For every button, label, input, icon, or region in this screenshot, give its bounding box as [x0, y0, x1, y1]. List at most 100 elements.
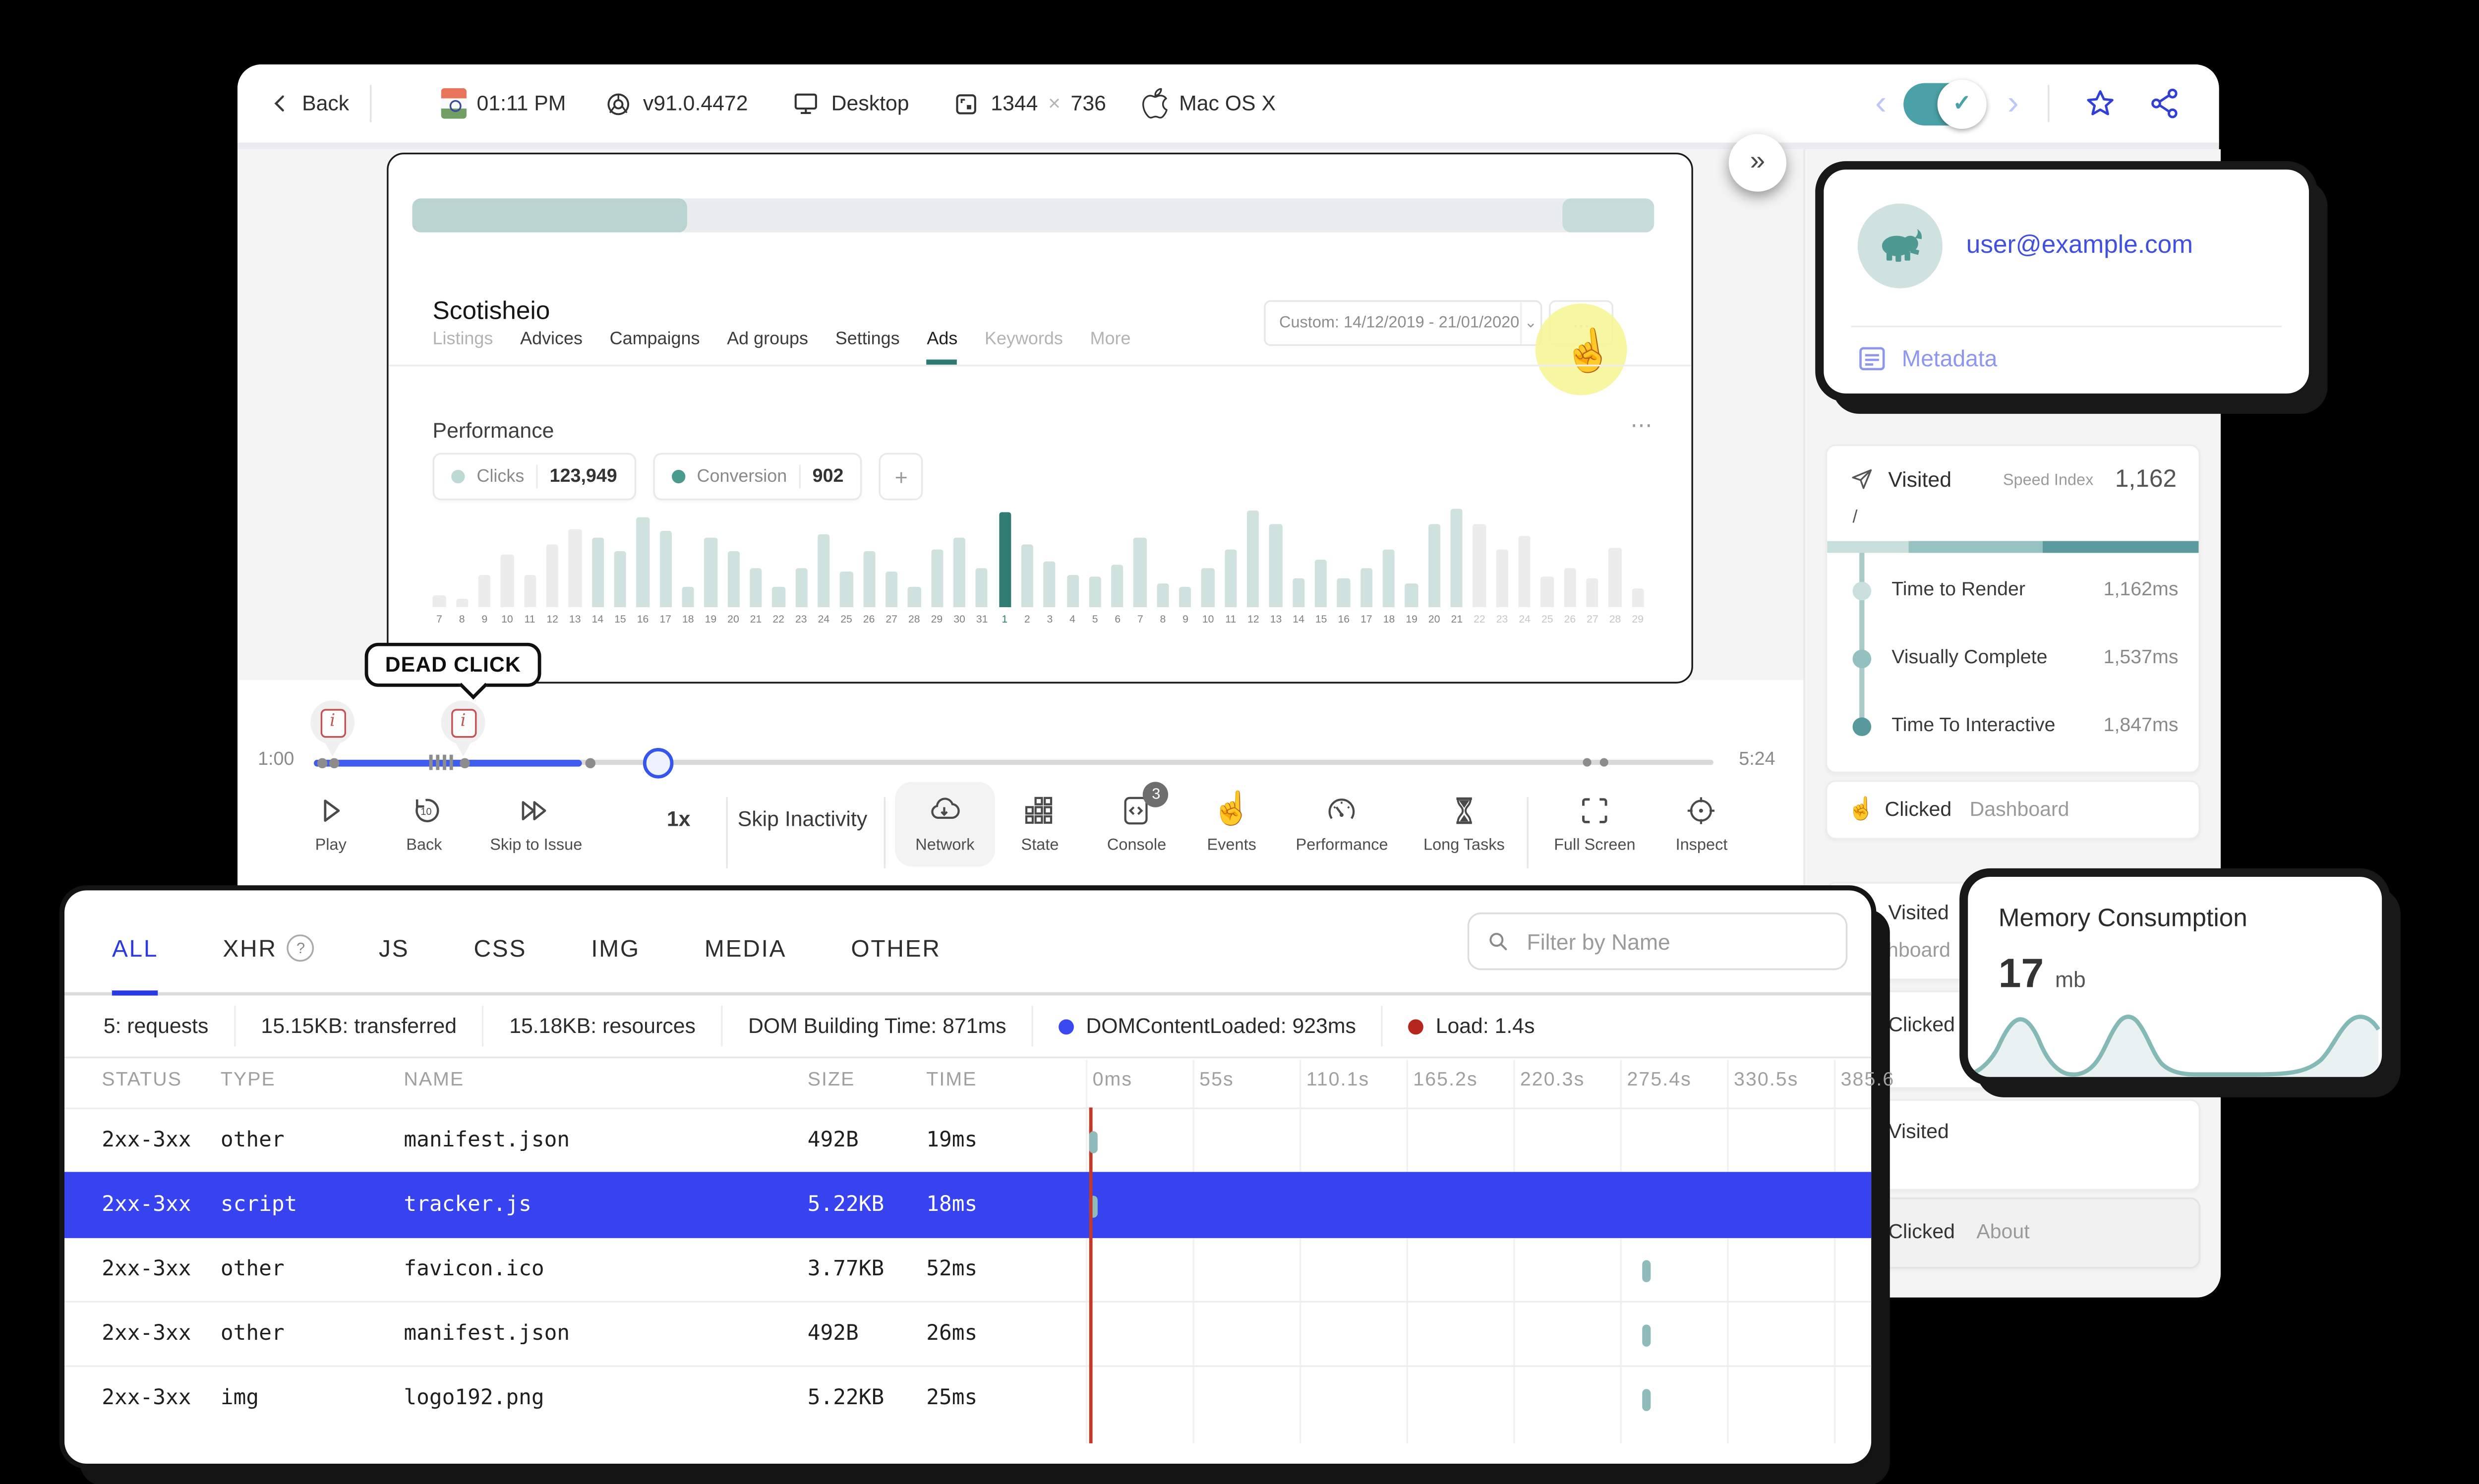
network-tab-media[interactable]: MEDIA [705, 934, 786, 992]
user-card[interactable]: user@example.com Metadata [1815, 161, 2318, 402]
timeline-scrubber[interactable] [643, 747, 674, 779]
event-dot[interactable] [329, 758, 340, 769]
timeline-progress [314, 759, 582, 766]
network-row-tracker.js[interactable]: 2xx-3xx script tracker.js 5.22KB 18ms [64, 1172, 1872, 1238]
autoplay-toggle[interactable]: ✓ [1903, 64, 1987, 142]
inspect-button[interactable]: Inspect [1676, 794, 1727, 855]
chart-bar: 11 [523, 504, 536, 626]
visited-speed-card[interactable]: Visited Speed Index 1,162 / Time to Rend… [1825, 444, 2200, 774]
metric-chip-clicks[interactable]: Clicks 123,949 [432, 453, 636, 501]
column-header-type[interactable]: TYPE [221, 1070, 276, 1090]
chart-bar: 19 [704, 504, 717, 626]
chart-bar: 13 [568, 504, 582, 626]
events-panel-button[interactable]: ☝ Events [1207, 793, 1256, 855]
skeleton-bar [412, 198, 1654, 232]
svg-text:10: 10 [420, 806, 431, 817]
event-tick[interactable] [436, 754, 439, 770]
metric-label: Time to Render [1891, 580, 2025, 601]
site-tab-settings[interactable]: Settings [835, 329, 900, 365]
cell-name: manifest.json [404, 1319, 570, 1345]
favorite-button[interactable] [2083, 64, 2117, 142]
skip-to-issue-button[interactable]: Skip to Issue [490, 794, 582, 855]
console-panel-button[interactable]: 3 Console [1107, 782, 1169, 855]
network-tab-css[interactable]: CSS [473, 934, 527, 992]
back-10s-button[interactable]: 10 Back [406, 794, 442, 855]
metric-chip-conversion[interactable]: Conversion 902 [652, 453, 863, 501]
speed-button[interactable]: 1x [667, 807, 691, 831]
collapse-sidebar-button[interactable]: » [1728, 134, 1787, 192]
cell-type: other [220, 1255, 285, 1281]
event-dot[interactable] [585, 758, 596, 769]
toggle-track[interactable]: ✓ [1903, 79, 1987, 128]
network-tab-other[interactable]: OTHER [851, 934, 941, 992]
skip-forward-icon [522, 801, 547, 820]
network-row-favicon.ico[interactable]: 2xx-3xx other favicon.ico 3.77KB 52ms [64, 1236, 1872, 1302]
skip-inactivity-button[interactable]: Skip Inactivity [738, 807, 867, 831]
event-dot[interactable] [1583, 758, 1592, 767]
event-tick[interactable] [429, 754, 432, 770]
site-tab-keywords[interactable]: Keywords [985, 329, 1063, 365]
chart-bar: 23 [1495, 504, 1509, 626]
event-card-clicked-about[interactable]: ☝ Clicked About [1825, 1197, 2200, 1269]
site-tab-more[interactable]: More [1090, 329, 1131, 365]
chart-bar: 29 [930, 504, 944, 626]
card-divider [1851, 325, 2282, 328]
section-more-icon[interactable]: ⋯ [1630, 412, 1654, 439]
event-tick[interactable] [443, 754, 446, 770]
prev-session-button[interactable]: ‹ [1875, 64, 1887, 142]
network-tab-xhr[interactable]: XHR? [223, 934, 314, 992]
performance-bar-chart: 7 8 9 10 11 12 13 14 15 16 17 18 19 20 21 22 23 24 25 26 27 2… [433, 504, 1644, 626]
column-header-size[interactable]: SIZE [808, 1070, 855, 1090]
cell-status: 2xx-3xx [102, 1255, 191, 1281]
cell-name: favicon.ico [404, 1255, 544, 1281]
event-card-visited-2[interactable]: Visited [1825, 1099, 2200, 1191]
network-tab-js[interactable]: JS [379, 934, 409, 992]
network-stat: 15.18KB: resources [484, 1006, 723, 1047]
network-row-manifest.json[interactable]: 2xx-3xx other manifest.json 492B 19ms [64, 1107, 1872, 1173]
network-panel-button[interactable]: Network [895, 782, 995, 867]
site-tab-ads[interactable]: Ads [927, 329, 958, 365]
request-timing-marker [1089, 1131, 1098, 1153]
event-tick[interactable] [449, 754, 452, 770]
chart-bar: 8 [455, 504, 469, 626]
play-button[interactable]: Play [314, 794, 348, 855]
filter-input[interactable] [1523, 926, 1829, 956]
column-header-time[interactable]: TIME [926, 1070, 977, 1090]
memory-wave-chart [1970, 1015, 2380, 1077]
network-tab-img[interactable]: IMG [591, 934, 640, 992]
long-tasks-panel-button[interactable]: Long Tasks [1423, 794, 1505, 855]
state-panel-button[interactable]: State [1021, 794, 1059, 855]
site-tab-ad-groups[interactable]: Ad groups [727, 329, 808, 365]
network-row-logo192.png[interactable]: 2xx-3xx img logo192.png 5.22KB 25ms [64, 1365, 1872, 1431]
network-row-manifest.json[interactable]: 2xx-3xx other manifest.json 492B 26ms [64, 1301, 1872, 1367]
site-tab-campaigns[interactable]: Campaigns [610, 329, 700, 365]
performance-panel-button[interactable]: Performance [1296, 794, 1388, 855]
add-metric-button[interactable]: + [879, 453, 924, 501]
site-tab-advices[interactable]: Advices [520, 329, 583, 365]
metric-value: 1,847ms [2103, 715, 2179, 737]
event-dot[interactable] [460, 758, 470, 769]
event-dot[interactable] [1599, 758, 1608, 767]
metadata-button[interactable]: Metadata [1858, 346, 1997, 371]
help-icon[interactable]: ? [287, 934, 314, 962]
full-screen-button[interactable]: Full Screen [1554, 794, 1636, 855]
chart-bar: 26 [1563, 504, 1577, 626]
filter-field[interactable] [1467, 912, 1848, 970]
event-card-clicked-dashboard[interactable]: ☝ Clicked Dashboard [1825, 780, 2200, 840]
memory-value: 17 [1998, 951, 2044, 997]
column-header-status[interactable]: STATUS [102, 1070, 182, 1090]
issue-marker-dead-click[interactable]: i [441, 700, 485, 757]
back-button[interactable]: Back [268, 64, 349, 142]
share-button[interactable] [2148, 64, 2182, 142]
column-header-name[interactable]: NAME [404, 1070, 464, 1090]
performance-heading: Performance [432, 419, 554, 443]
site-tab-listings[interactable]: Listings [433, 329, 493, 365]
info-icon: i [319, 708, 346, 737]
timeline-track[interactable] [314, 747, 1713, 779]
issue-marker[interactable]: i [310, 700, 355, 757]
user-email[interactable]: user@example.com [1966, 230, 2193, 259]
event-dot[interactable] [317, 758, 328, 769]
network-tab-all[interactable]: ALL [112, 934, 159, 996]
next-session-button[interactable]: › [2007, 64, 2019, 142]
metric-dot [1852, 717, 1872, 737]
